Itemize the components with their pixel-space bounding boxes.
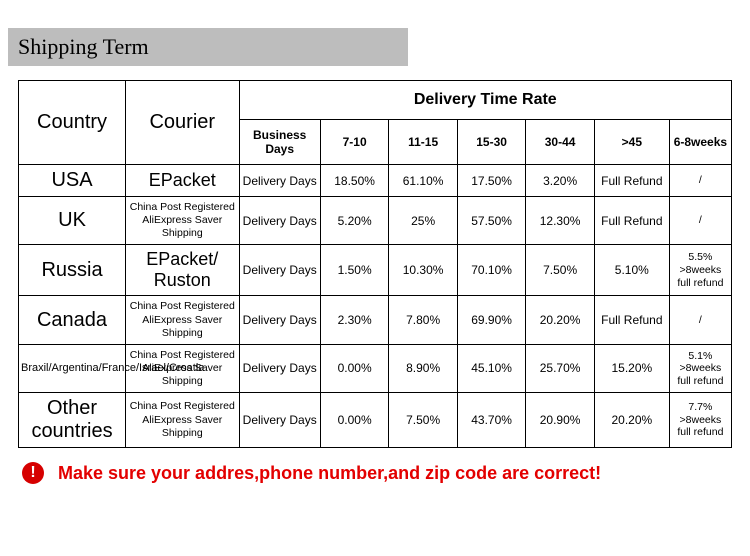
data-cell: 45.10% <box>457 344 526 392</box>
country-cell: UK <box>19 197 126 245</box>
courier-cell: EPacket <box>126 165 239 197</box>
delivery-days-label: Delivery Days <box>239 393 320 448</box>
data-cell: Full Refund <box>594 296 669 344</box>
data-cell: 1.50% <box>320 245 389 296</box>
data-cell: / <box>669 296 731 344</box>
header-range: 15-30 <box>457 120 526 165</box>
data-cell: 7.80% <box>389 296 458 344</box>
delivery-days-label: Delivery Days <box>239 165 320 197</box>
table-row: UKChina Post Registered AliExpress Saver… <box>19 197 732 245</box>
data-cell: 17.50% <box>457 165 526 197</box>
data-cell: 25.70% <box>526 344 595 392</box>
warning-text: Make sure your addres,phone number,and z… <box>58 463 601 484</box>
table-row: Braxil/Argentina/France/Israel/CroatiaCh… <box>19 344 732 392</box>
delivery-days-label: Delivery Days <box>239 197 320 245</box>
table-row: USAEPacketDelivery Days18.50%61.10%17.50… <box>19 165 732 197</box>
data-cell: / <box>669 197 731 245</box>
data-cell: 20.20% <box>594 393 669 448</box>
section-title: Shipping Term <box>8 28 408 66</box>
data-cell: 70.10% <box>457 245 526 296</box>
warning-message: ! Make sure your addres,phone number,and… <box>22 462 750 484</box>
courier-cell: EPacket/ Ruston <box>126 245 239 296</box>
courier-cell: China Post Registered AliExpress Saver S… <box>126 393 239 448</box>
data-cell: Full Refund <box>594 165 669 197</box>
header-courier: Courier <box>126 81 239 165</box>
data-cell: Full Refund <box>594 197 669 245</box>
table-row: Other countriesChina Post Registered Ali… <box>19 393 732 448</box>
data-cell: 0.00% <box>320 344 389 392</box>
data-cell: 2.30% <box>320 296 389 344</box>
shipping-table: Country Courier Delivery Time Rate Busin… <box>18 80 732 448</box>
data-cell: / <box>669 165 731 197</box>
data-cell: 20.90% <box>526 393 595 448</box>
country-cell: Canada <box>19 296 126 344</box>
delivery-days-label: Delivery Days <box>239 245 320 296</box>
courier-cell: China Post Registered AliExpress Saver S… <box>126 197 239 245</box>
delivery-days-label: Delivery Days <box>239 296 320 344</box>
courier-cell: China Post Registered AliExpress Saver S… <box>126 344 239 392</box>
header-range: 11-15 <box>389 120 458 165</box>
data-cell: 7.50% <box>389 393 458 448</box>
header-range: 6-8weeks <box>669 120 731 165</box>
data-cell: 69.90% <box>457 296 526 344</box>
data-cell: 61.10% <box>389 165 458 197</box>
data-cell: 10.30% <box>389 245 458 296</box>
data-cell: 5.5% >8weeks full refund <box>669 245 731 296</box>
data-cell: 20.20% <box>526 296 595 344</box>
header-range: >45 <box>594 120 669 165</box>
data-cell: 7.50% <box>526 245 595 296</box>
data-cell: 18.50% <box>320 165 389 197</box>
country-cell: Braxil/Argentina/France/Israel/Croatia <box>19 344 126 392</box>
header-range: 30-44 <box>526 120 595 165</box>
table-row: CanadaChina Post Registered AliExpress S… <box>19 296 732 344</box>
shipping-table-container: Country Courier Delivery Time Rate Busin… <box>0 80 750 448</box>
courier-cell: China Post Registered AliExpress Saver S… <box>126 296 239 344</box>
table-header-row: Country Courier Delivery Time Rate <box>19 81 732 120</box>
warning-icon: ! <box>22 462 44 484</box>
data-cell: 5.20% <box>320 197 389 245</box>
country-cell: Other countries <box>19 393 126 448</box>
header-range: 7-10 <box>320 120 389 165</box>
data-cell: 15.20% <box>594 344 669 392</box>
header-business-days: Business Days <box>239 120 320 165</box>
data-cell: 3.20% <box>526 165 595 197</box>
country-cell: USA <box>19 165 126 197</box>
data-cell: 5.1% >8weeks full refund <box>669 344 731 392</box>
data-cell: 43.70% <box>457 393 526 448</box>
header-country: Country <box>19 81 126 165</box>
country-cell: Russia <box>19 245 126 296</box>
header-delivery-time: Delivery Time Rate <box>239 81 731 120</box>
delivery-days-label: Delivery Days <box>239 344 320 392</box>
data-cell: 12.30% <box>526 197 595 245</box>
data-cell: 0.00% <box>320 393 389 448</box>
data-cell: 25% <box>389 197 458 245</box>
data-cell: 5.10% <box>594 245 669 296</box>
data-cell: 8.90% <box>389 344 458 392</box>
table-row: RussiaEPacket/ RustonDelivery Days1.50%1… <box>19 245 732 296</box>
data-cell: 57.50% <box>457 197 526 245</box>
data-cell: 7.7% >8weeks full refund <box>669 393 731 448</box>
